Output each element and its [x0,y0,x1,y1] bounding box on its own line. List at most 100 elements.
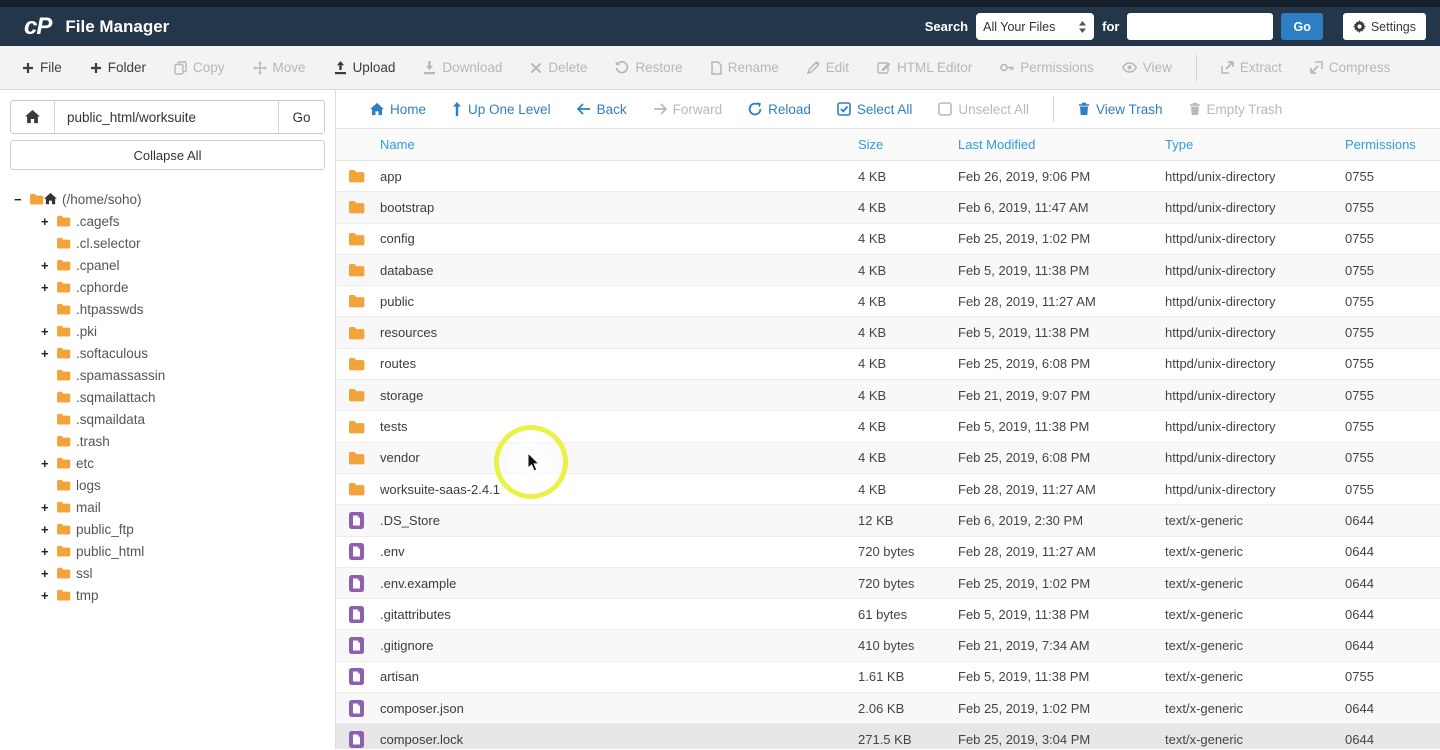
search-input[interactable] [1127,13,1273,40]
column-header-type[interactable]: Type [1165,137,1345,152]
toolbar-rename-button[interactable]: Rename [699,54,791,81]
toolbar-edit-button[interactable]: Edit [795,54,861,81]
column-header-size[interactable]: Size [858,137,958,152]
tree-item--trash[interactable]: .trash [10,430,325,452]
tree-item--cagefs[interactable]: +.cagefs [10,210,325,232]
tree-item--cl-selector[interactable]: .cl.selector [10,232,325,254]
tree-item--spamassassin[interactable]: .spamassassin [10,364,325,386]
file-row-composer-json[interactable]: composer.json2.06 KBFeb 25, 2019, 1:02 P… [336,693,1440,724]
tree-toggle-icon[interactable]: + [41,280,56,295]
filebar-select-all-button[interactable]: Select All [827,98,923,121]
tree-item-tmp[interactable]: +tmp [10,584,325,606]
file-icon [348,668,365,685]
toolbar-move-button[interactable]: Move [241,54,318,81]
toolbar-folder-button[interactable]: Folder [78,54,158,81]
tree-item-ssl[interactable]: +ssl [10,562,325,584]
column-header-permissions[interactable]: Permissions [1345,137,1440,152]
file-name-cell: vendor [336,450,858,465]
tree-toggle-icon[interactable]: + [41,544,56,559]
tree-folder-icon [56,435,71,447]
file-name-cell: .DS_Store [336,512,858,529]
file-row--gitignore[interactable]: .gitignore410 bytesFeb 21, 2019, 7:34 AM… [336,630,1440,661]
tree-item--sqmaildata[interactable]: .sqmaildata [10,408,325,430]
toolbar-permissions-button[interactable]: Permissions [988,54,1106,81]
path-go-button[interactable]: Go [278,101,324,133]
tree-toggle-icon[interactable]: + [41,456,56,471]
home-directory-button[interactable] [11,101,55,133]
tree-item-public-html[interactable]: +public_html [10,540,325,562]
tree-toggle-icon[interactable]: + [41,500,56,515]
file-icon [348,606,365,623]
file-row-database[interactable]: database4 KBFeb 5, 2019, 11:38 PMhttpd/u… [336,255,1440,286]
tree-item-logs[interactable]: logs [10,474,325,496]
file-name-cell: routes [336,356,858,371]
file-row-app[interactable]: app4 KBFeb 26, 2019, 9:06 PMhttpd/unix-d… [336,161,1440,192]
file-row--ds-store[interactable]: .DS_Store12 KBFeb 6, 2019, 2:30 PMtext/x… [336,505,1440,536]
toolbar-compress-button[interactable]: Compress [1298,54,1403,81]
filebar-forward-button[interactable]: Forward [643,98,733,121]
tree-toggle-icon[interactable]: + [41,566,56,581]
file-row--env[interactable]: .env720 bytesFeb 28, 2019, 11:27 AMtext/… [336,537,1440,568]
tree-toggle-icon[interactable]: + [41,214,56,229]
tree-item--sqmailattach[interactable]: .sqmailattach [10,386,325,408]
column-header-name[interactable]: Name [336,137,858,152]
tree-toggle-icon[interactable]: − [14,192,29,207]
toolbar-delete-button[interactable]: Delete [518,54,599,81]
file-row-bootstrap[interactable]: bootstrap4 KBFeb 6, 2019, 11:47 AMhttpd/… [336,192,1440,223]
filebar-home-button[interactable]: Home [360,98,436,121]
file-row-artisan[interactable]: artisan1.61 KBFeb 5, 2019, 11:38 PMtext/… [336,662,1440,693]
filebar-back-button[interactable]: Back [567,98,637,121]
search-go-button[interactable]: Go [1281,13,1322,40]
filebar-reload-button[interactable]: Reload [738,98,821,121]
file-name-cell: app [336,169,858,184]
tree-item--htpasswds[interactable]: .htpasswds [10,298,325,320]
toolbar-copy-button[interactable]: Copy [162,54,237,81]
column-header-last-modified[interactable]: Last Modified [958,137,1165,152]
tree-toggle-icon[interactable]: + [41,324,56,339]
filebar-empty-trash-button[interactable]: Empty Trash [1179,98,1293,121]
toolbar-download-button[interactable]: Download [411,54,514,81]
search-scope-select[interactable]: All Your Files [976,13,1094,40]
tree-folder-icon [56,501,71,513]
tree-toggle-icon[interactable]: + [41,588,56,603]
tree-toggle-icon[interactable]: + [41,346,56,361]
file-modified: Feb 25, 2019, 1:02 PM [958,576,1165,591]
filebar-reload-label: Reload [768,102,811,117]
file-row--env-example[interactable]: .env.example720 bytesFeb 25, 2019, 1:02 … [336,568,1440,599]
path-input[interactable] [55,101,278,133]
filebar-up-one-level-button[interactable]: Up One Level [442,98,561,121]
toolbar-restore-button[interactable]: Restore [603,54,694,81]
tree-item-mail[interactable]: +mail [10,496,325,518]
collapse-all-button[interactable]: Collapse All [10,140,325,170]
filebar-unselect-all-button[interactable]: Unselect All [928,98,1039,121]
tree-folder-icon [56,523,71,535]
file-row-tests[interactable]: tests4 KBFeb 5, 2019, 11:38 PMhttpd/unix… [336,411,1440,442]
toolbar-upload-button[interactable]: Upload [322,54,408,81]
tree-toggle-icon[interactable]: + [41,522,56,537]
file-icon [348,731,365,748]
toolbar-view-button[interactable]: View [1110,54,1184,81]
file-row-vendor[interactable]: vendor4 KBFeb 25, 2019, 6:08 PMhttpd/uni… [336,443,1440,474]
tree-item--softaculous[interactable]: +.softaculous [10,342,325,364]
tree-item-label: .cl.selector [76,236,141,251]
file-row-routes[interactable]: routes4 KBFeb 25, 2019, 6:08 PMhttpd/uni… [336,349,1440,380]
toolbar-html-editor-button[interactable]: HTML Editor [865,54,984,81]
file-row-resources[interactable]: resources4 KBFeb 5, 2019, 11:38 PMhttpd/… [336,317,1440,348]
tree-item--cpanel[interactable]: +.cpanel [10,254,325,276]
file-row-storage[interactable]: storage4 KBFeb 21, 2019, 9:07 PMhttpd/un… [336,380,1440,411]
toolbar-extract-button[interactable]: Extract [1209,54,1294,81]
tree-toggle-icon[interactable]: + [41,258,56,273]
file-row-worksuite-saas-2-4-1[interactable]: worksuite-saas-2.4.14 KBFeb 28, 2019, 11… [336,474,1440,505]
tree-item--pki[interactable]: +.pki [10,320,325,342]
filebar-view-trash-button[interactable]: View Trash [1068,98,1173,121]
file-row-config[interactable]: config4 KBFeb 25, 2019, 1:02 PMhttpd/uni… [336,224,1440,255]
file-row-composer-lock[interactable]: composer.lock271.5 KBFeb 25, 2019, 3:04 … [336,724,1440,749]
tree-item-public-ftp[interactable]: +public_ftp [10,518,325,540]
toolbar-file-button[interactable]: File [10,54,74,81]
tree-item--home-soho-[interactable]: −(/home/soho) [10,188,325,210]
file-row--gitattributes[interactable]: .gitattributes61 bytesFeb 5, 2019, 11:38… [336,599,1440,630]
tree-item--cphorde[interactable]: +.cphorde [10,276,325,298]
file-row-public[interactable]: public4 KBFeb 28, 2019, 11:27 AMhttpd/un… [336,286,1440,317]
tree-item-etc[interactable]: +etc [10,452,325,474]
settings-button[interactable]: Settings [1343,13,1426,40]
